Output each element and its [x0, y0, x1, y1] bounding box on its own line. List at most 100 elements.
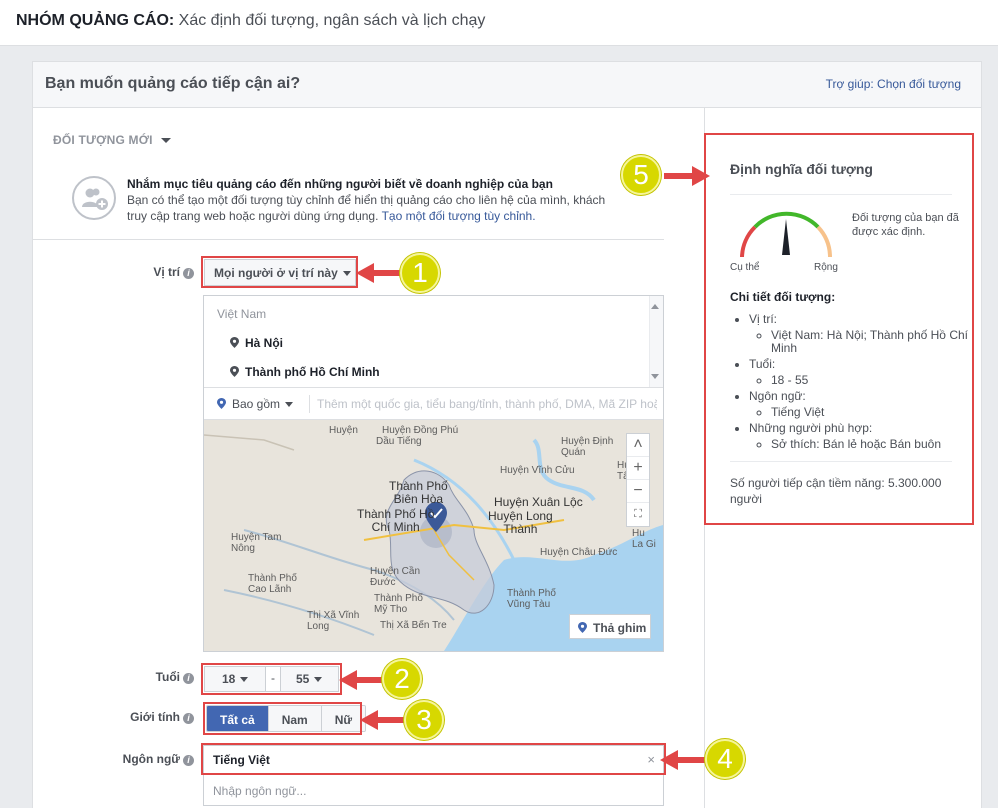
caret-down-icon — [160, 138, 171, 144]
location-item-label: Thành phố Hồ Chí Minh — [245, 365, 380, 379]
detail-key: Những người phù hợp: — [749, 421, 873, 435]
gauge-status-text: Đối tượng của bạn đã được xác định. — [852, 212, 959, 238]
location-pin-icon — [230, 337, 239, 348]
audience-gauge-icon — [740, 211, 832, 258]
callout-badge: 1 — [400, 253, 440, 293]
audience-definition-panel: Định nghĩa đối tượng Cụ thể Rộng Đối tượ… — [704, 133, 974, 525]
gauge-specific-label: Cụ thể — [730, 262, 760, 273]
map-label: Thị Xã Bến Tre — [380, 620, 447, 631]
location-label-text: Vị trí — [153, 265, 180, 279]
location-list: Việt Nam Hà Nội Thành phố Hồ Chí Minh — [204, 296, 663, 388]
location-box: Việt Nam Hà Nội Thành phố Hồ Chí Minh Ba… — [203, 295, 664, 652]
map-label: Thành Phố Mỹ Tho — [374, 593, 423, 615]
map-collapse-icon[interactable]: ˄ — [627, 434, 649, 457]
map-label: Huyện — [329, 425, 358, 436]
zoom-in-button[interactable]: + — [627, 457, 649, 480]
map-label: Thành Phố Biên Hòa — [389, 479, 448, 506]
location-item[interactable]: Thành phố Hồ Chí Minh — [230, 365, 380, 379]
new-audience-label: ĐỐI TƯỢNG MỚI — [53, 133, 153, 147]
gauge-broad-label: Rộng — [814, 262, 838, 273]
detail-value: Việt Nam: Hà Nội; Thành phố Hồ Chí Minh — [771, 328, 968, 355]
location-item-label: Hà Nội — [245, 336, 284, 350]
scroll-up-icon[interactable] — [651, 304, 659, 309]
potential-reach: Số người tiếp cận tiềm năng: 5.300.000 n… — [730, 476, 942, 506]
map-fit-icon[interactable]: ⛶ — [627, 503, 649, 526]
language-input[interactable]: Nhập ngôn ngữ... — [213, 784, 306, 798]
location-search-input[interactable]: Thêm một quốc gia, tiểu bang/tỉnh, thành… — [317, 397, 657, 411]
detail-key: Tuổi: — [749, 357, 776, 371]
section-divider — [33, 239, 664, 240]
details-title: Chi tiết đối tượng: — [730, 290, 836, 304]
arrow-icon — [360, 710, 406, 730]
map-label: Huyện Xuân Lộc — [494, 495, 583, 509]
include-label: Bao gồm — [232, 397, 281, 411]
language-label-text: Ngôn ngữ — [122, 752, 180, 766]
caret-down-icon — [285, 402, 294, 408]
info-icon[interactable]: i — [183, 755, 194, 766]
age-label-text: Tuổi — [155, 670, 180, 684]
map-label: Hu La Gi — [632, 528, 656, 550]
map-label: Huyện Cần Đước — [370, 566, 421, 588]
adset-subtitle: Xác định đối tượng, ngân sách và lịch ch… — [174, 12, 486, 29]
drop-pin-button[interactable]: Thả ghim — [569, 614, 651, 639]
language-label: Ngôn ngữ i — [44, 752, 194, 766]
callout-badge: 4 — [705, 739, 745, 779]
map-label: Huyện Đồng Phú — [382, 425, 459, 436]
info-icon[interactable]: i — [183, 673, 194, 684]
custom-audience-title: Nhắm mục tiêu quảng cáo đến những người … — [127, 177, 553, 191]
map-zoom-controls: ˄ + − ⛶ — [626, 433, 650, 527]
location-label: Vị trí i — [44, 265, 194, 279]
location-country: Việt Nam — [217, 307, 267, 321]
callout-badge: 2 — [382, 659, 422, 699]
map-label: Dầu Tiếng — [376, 436, 422, 447]
top-bar: NHÓM QUẢNG CÁO: Xác định đối tượng, ngân… — [0, 0, 998, 46]
info-icon[interactable]: i — [183, 268, 194, 279]
arrow-icon — [660, 750, 706, 770]
help-link[interactable]: Trợ giúp: Chọn đối tượng — [826, 77, 961, 91]
definition-divider — [730, 194, 952, 195]
location-pin-icon — [217, 398, 226, 409]
map-label: Thị Xã Vĩnh Long — [307, 610, 360, 632]
include-row: Bao gồm Thêm một quốc gia, tiểu bang/tỉn… — [204, 388, 663, 420]
map-label: Huyện Châu Đức — [540, 547, 618, 558]
definition-title: Định nghĩa đối tượng — [730, 161, 873, 177]
highlight-language — [201, 743, 666, 775]
detail-value: 18 - 55 — [771, 373, 809, 387]
map-label: Huyện Vĩnh Cửu — [500, 465, 575, 476]
custom-audience-text: Nhắm mục tiêu quảng cáo đến những người … — [127, 176, 627, 224]
location-scrollbar[interactable] — [649, 296, 663, 387]
gender-label: Giới tính i — [44, 710, 194, 724]
map-label: Thành Phố Cao Lãnh — [248, 573, 297, 595]
callout-badge: 3 — [404, 700, 444, 740]
location-map[interactable]: Huyện Huyện Đồng Phú Dầu Tiếng Huyện Địn… — [204, 420, 663, 651]
card-header: Bạn muốn quảng cáo tiếp cận ai? Trợ giúp… — [33, 62, 981, 108]
info-icon[interactable]: i — [183, 713, 194, 724]
arrow-icon — [664, 166, 710, 186]
custom-audience-icon — [72, 176, 116, 220]
map-label: Thành Phố Hồ Chí Minh — [357, 507, 435, 534]
include-separator — [309, 395, 310, 413]
map-label: Huyện Định Quán — [561, 436, 614, 458]
gender-label-text: Giới tính — [130, 710, 180, 724]
drop-pin-label: Thả ghim — [593, 621, 647, 635]
zoom-out-button[interactable]: − — [627, 480, 649, 503]
new-audience-dropdown[interactable]: ĐỐI TƯỢNG MỚI — [53, 133, 171, 147]
highlight-age — [201, 663, 342, 695]
audience-details: Vị trí: Việt Nam: Hà Nội; Thành phố Hồ C… — [732, 310, 968, 451]
card-title: Bạn muốn quảng cáo tiếp cận ai? — [45, 75, 301, 92]
highlight-location-dropdown — [201, 256, 358, 288]
detail-value: Sở thích: Bán lẻ hoặc Bán buôn — [771, 437, 941, 451]
adset-title: NHÓM QUẢNG CÁO: Xác định đối tượng, ngân… — [16, 12, 485, 30]
location-pin-icon — [230, 366, 239, 377]
adset-title-label: NHÓM QUẢNG CÁO: — [16, 12, 175, 29]
scroll-down-icon[interactable] — [651, 374, 659, 379]
definition-divider — [730, 461, 952, 462]
arrow-icon — [356, 263, 402, 283]
map-label: Thành Phố Vũng Tàu — [507, 588, 556, 610]
location-pin-icon — [578, 622, 587, 633]
callout-badge: 5 — [621, 155, 661, 195]
location-item[interactable]: Hà Nội — [230, 336, 283, 350]
create-custom-audience-link[interactable]: Tạo một đối tượng tùy chỉnh. — [382, 209, 536, 223]
map-label: Huyện Long Thành — [488, 509, 553, 536]
include-dropdown[interactable]: Bao gồm — [217, 397, 294, 411]
